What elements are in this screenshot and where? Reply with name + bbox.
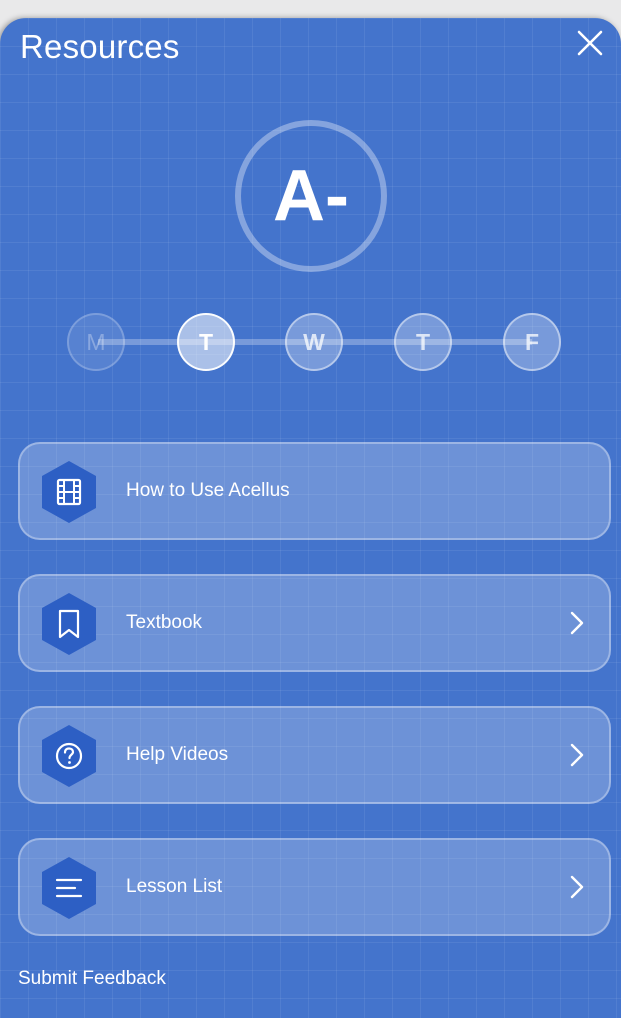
day-monday[interactable]: M <box>67 313 125 371</box>
resource-how-to-use-acellus[interactable]: How to Use Acellus <box>18 442 611 540</box>
resource-help-videos[interactable]: Help Videos <box>18 706 611 804</box>
day-letter: M <box>86 328 106 355</box>
day-thursday[interactable]: T <box>394 313 452 371</box>
day-letter: F <box>524 328 540 355</box>
day-tuesday[interactable]: T <box>177 313 235 371</box>
day-letter: W <box>303 328 325 355</box>
resource-label: How to Use Acellus <box>126 480 290 501</box>
bookmark-icon <box>42 593 96 655</box>
resource-label: Textbook <box>126 612 203 633</box>
chevron-right-icon <box>570 611 584 635</box>
help-circle-icon <box>42 725 96 787</box>
day-letter: T <box>415 328 431 355</box>
resource-label: Help Videos <box>126 744 229 765</box>
chevron-right-icon <box>570 743 584 767</box>
resources-panel: Resources A- M T W T F How to Use Acellu… <box>0 18 621 1018</box>
day-letter: T <box>198 328 214 355</box>
film-icon <box>42 461 96 523</box>
panel-title: Resources <box>20 28 180 65</box>
resource-textbook[interactable]: Textbook <box>18 574 611 672</box>
resource-label: Lesson List <box>126 876 223 897</box>
close-icon[interactable] <box>573 26 607 60</box>
day-friday[interactable]: F <box>503 313 561 371</box>
day-wednesday[interactable]: W <box>285 313 343 371</box>
list-icon <box>42 857 96 919</box>
chevron-right-icon <box>570 875 584 899</box>
grade-value: A- <box>273 156 349 236</box>
resource-lesson-list[interactable]: Lesson List <box>18 838 611 936</box>
submit-feedback-link[interactable]: Submit Feedback <box>18 968 166 990</box>
